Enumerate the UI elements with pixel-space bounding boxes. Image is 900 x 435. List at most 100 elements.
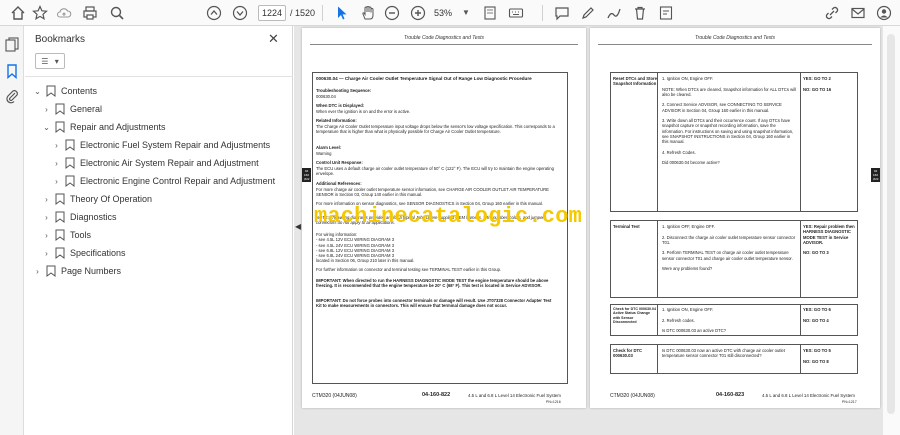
next-page-icon[interactable] bbox=[230, 3, 250, 23]
bookmark-label: General bbox=[70, 104, 103, 114]
chevron-down-icon[interactable]: ⌄ bbox=[33, 87, 42, 96]
chevron-right-icon[interactable]: › bbox=[42, 105, 51, 114]
bookmark-icon bbox=[65, 175, 75, 187]
chevron-down-icon: ▾ bbox=[54, 56, 59, 66]
bookmark-item-engine-control[interactable]: › Electronic Engine Control Repair and A… bbox=[52, 174, 275, 188]
panel-title: Bookmarks bbox=[35, 34, 86, 45]
chevron-right-icon[interactable]: › bbox=[42, 249, 51, 258]
step-result: YES: GO TO 6 NO: GO TO 4 bbox=[803, 307, 831, 323]
bookmark-icon bbox=[55, 229, 65, 241]
chevron-right-icon[interactable]: › bbox=[52, 177, 61, 186]
bookmark-label: Electronic Engine Control Repair and Adj… bbox=[80, 176, 276, 186]
chevron-right-icon[interactable]: › bbox=[42, 195, 51, 204]
page-header: Trouble Code Diagnostics and Tests bbox=[403, 35, 485, 41]
ecu-text: The ECU uses a default charge air cooler… bbox=[316, 166, 554, 177]
close-icon[interactable]: ✕ bbox=[268, 31, 279, 47]
important-note-1: IMPORTANT: When directed to run the HARN… bbox=[316, 278, 549, 289]
footer-pn: PN=1216 bbox=[546, 400, 561, 404]
step-title: Check for DTC 000630.03 bbox=[613, 348, 643, 359]
bookmark-label: Contents bbox=[61, 86, 98, 96]
scrollbar-thumb[interactable] bbox=[887, 34, 895, 414]
page-total: / 1520 bbox=[290, 8, 316, 18]
bookmark-item-contents[interactable]: ⌄ Contents bbox=[33, 84, 97, 98]
chevron-right-icon[interactable]: › bbox=[52, 159, 61, 168]
pdf-page-right: Trouble Code Diagnostics and Tests 04 16… bbox=[590, 28, 880, 408]
fill-sign-icon[interactable] bbox=[656, 3, 676, 23]
zoom-out-icon[interactable] bbox=[382, 3, 402, 23]
bookmark-icon[interactable] bbox=[4, 63, 20, 80]
page-number-input[interactable]: 1224 bbox=[258, 5, 286, 21]
hand-tool-icon[interactable] bbox=[358, 3, 378, 23]
related-text: The Charge Air Cooler Outlet temperature… bbox=[316, 124, 555, 135]
step-result: YES: GO TO 5 NO: GO TO 8 bbox=[803, 348, 831, 364]
when-text: When ever the ignition is on and the err… bbox=[316, 109, 411, 114]
account-icon[interactable] bbox=[874, 3, 894, 23]
bookmark-item-page-numbers[interactable]: › Page Numbers bbox=[33, 264, 121, 278]
chevron-right-icon[interactable]: › bbox=[33, 267, 42, 276]
bookmark-icon bbox=[55, 103, 65, 115]
step-title: Reset DTCs and Store Snapshot Informatio… bbox=[613, 76, 657, 87]
chevron-down-icon[interactable]: ⌄ bbox=[42, 123, 51, 132]
footer-title: 4.5 L and 6.8 L Level 14 Electronic Fuel… bbox=[468, 393, 561, 398]
select-cursor-icon[interactable] bbox=[332, 3, 352, 23]
pages-icon[interactable] bbox=[4, 36, 20, 52]
cloud-upload-icon[interactable] bbox=[54, 3, 74, 23]
bookmark-label: Theory Of Operation bbox=[70, 194, 153, 204]
divider bbox=[310, 44, 578, 45]
important-note-2: IMPORTANT: Do not force probes into conn… bbox=[316, 298, 552, 309]
procedure-title: 000630.04 — Charge Air Cooler Outlet Tem… bbox=[316, 76, 532, 81]
search-icon[interactable] bbox=[107, 3, 127, 23]
bookmark-icon bbox=[55, 211, 65, 223]
bookmark-item-specifications[interactable]: › Specifications bbox=[42, 246, 126, 260]
step-action: 1. Ignition OFF, Engine OFF. 2. Disconne… bbox=[662, 224, 796, 271]
bookmark-label: Tools bbox=[70, 230, 92, 240]
wiring-text: For wiring information: - see 4.5L 12V E… bbox=[316, 232, 415, 264]
bookmark-item-tools[interactable]: › Tools bbox=[42, 228, 91, 242]
chevron-right-icon[interactable]: › bbox=[42, 213, 51, 222]
bookmark-item-repair[interactable]: ⌄ Repair and Adjustments bbox=[42, 120, 166, 134]
fit-page-icon[interactable] bbox=[480, 3, 500, 23]
bookmark-item-fuel-system[interactable]: › Electronic Fuel System Repair and Adju… bbox=[52, 138, 270, 152]
bookmark-item-air-system[interactable]: › Electronic Air System Repair and Adjus… bbox=[52, 156, 259, 170]
prev-page-icon[interactable] bbox=[204, 3, 224, 23]
bookmark-item-theory[interactable]: › Theory Of Operation bbox=[42, 192, 152, 206]
navigation-rail bbox=[0, 26, 24, 435]
step-action: 1. Ignition ON, Engine OFF. NOTE: When D… bbox=[662, 76, 796, 165]
step-action: Is DTC 000630.03 now an active DTC with … bbox=[662, 348, 785, 359]
bookmark-item-diagnostics[interactable]: › Diagnostics bbox=[42, 210, 117, 224]
result-cell bbox=[800, 72, 858, 212]
bookmark-icon bbox=[65, 157, 75, 169]
draw-icon[interactable] bbox=[604, 3, 624, 23]
email-icon[interactable] bbox=[848, 3, 868, 23]
refs-label: Additional References: bbox=[316, 181, 362, 186]
bookmark-label: Diagnostics bbox=[70, 212, 117, 222]
print-icon[interactable] bbox=[80, 3, 100, 23]
bookmark-label: Page Numbers bbox=[61, 266, 122, 276]
sequence-label: Troubleshooting Sequence: bbox=[316, 88, 372, 93]
further-text: For further information on connector and… bbox=[316, 267, 502, 272]
step-action: 1. Ignition ON, Engine OFF. 2. Refresh c… bbox=[662, 307, 727, 333]
home-icon[interactable] bbox=[8, 3, 28, 23]
comment-icon[interactable] bbox=[552, 3, 572, 23]
attachment-icon[interactable] bbox=[4, 88, 20, 104]
watermark: machinecatalogic.com bbox=[313, 204, 583, 229]
step-result: YES: GO TO 2 NO: GO TO 16 bbox=[803, 76, 832, 92]
delete-icon[interactable] bbox=[630, 3, 650, 23]
link-sign-icon[interactable] bbox=[822, 3, 842, 23]
chevron-right-icon[interactable]: › bbox=[52, 141, 61, 150]
chevron-right-icon[interactable]: › bbox=[42, 231, 51, 240]
footer-page-number: 04-160-822 bbox=[422, 392, 451, 398]
ecu-label: Control Unit Response: bbox=[316, 160, 363, 165]
bookmark-item-general[interactable]: › General bbox=[42, 102, 102, 116]
bookmark-icon bbox=[55, 193, 65, 205]
chevron-down-icon[interactable]: ▼ bbox=[462, 5, 470, 21]
bookmark-star-icon[interactable] bbox=[30, 3, 50, 23]
bookmark-icon bbox=[55, 121, 65, 133]
zoom-in-icon[interactable] bbox=[408, 3, 428, 23]
keyboard-icon[interactable] bbox=[506, 3, 526, 23]
sequence-value: 000630.04 bbox=[316, 94, 336, 99]
highlight-pen-icon[interactable] bbox=[578, 3, 598, 23]
related-label: Related Information: bbox=[316, 118, 357, 123]
bookmark-options-button[interactable]: ☰ ▾ bbox=[35, 53, 65, 69]
footer-doc-id: CTM320 (04JUN08) bbox=[312, 393, 357, 399]
